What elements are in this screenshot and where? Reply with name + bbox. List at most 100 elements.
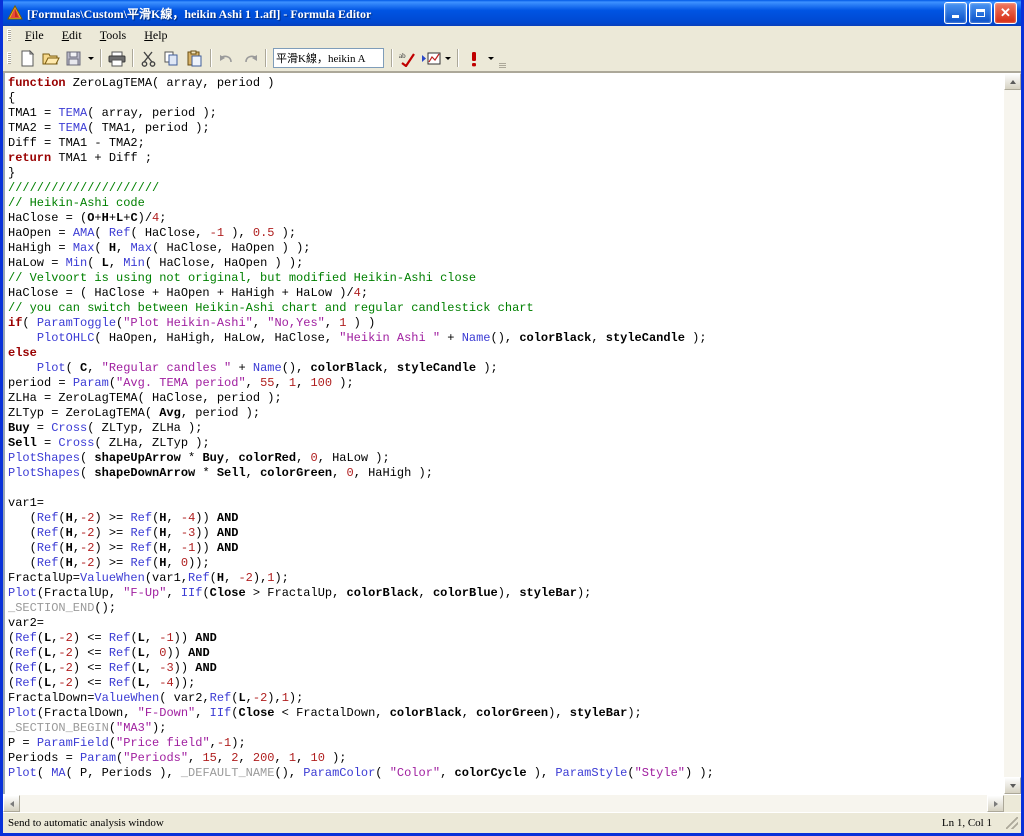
errors-dropdown[interactable] bbox=[485, 47, 496, 69]
overflow-bar bbox=[499, 67, 506, 68]
code-token: ZeroLagTEMA( array, period ) bbox=[65, 76, 275, 90]
code-token: + bbox=[440, 331, 462, 345]
code-token: "Avg. TEMA period" bbox=[116, 376, 246, 390]
code-token: , bbox=[209, 736, 217, 750]
maximize-icon bbox=[976, 9, 985, 17]
code-token: _SECTION_BEGIN bbox=[8, 721, 109, 735]
open-button[interactable] bbox=[39, 47, 62, 69]
apply-button[interactable] bbox=[419, 47, 442, 69]
paste-button[interactable] bbox=[183, 47, 206, 69]
code-token: AND bbox=[216, 541, 239, 555]
code-token: , bbox=[296, 451, 311, 465]
code-token: , bbox=[274, 376, 289, 390]
code-token: colorGreen bbox=[260, 466, 333, 480]
apply-dropdown[interactable] bbox=[442, 47, 453, 69]
code-token: = bbox=[36, 436, 59, 450]
toolbar-separator-5 bbox=[391, 49, 392, 67]
code-token: ( bbox=[108, 736, 117, 750]
copy-button[interactable] bbox=[160, 47, 183, 69]
code-token: 0.5 bbox=[252, 226, 275, 240]
save-button[interactable] bbox=[62, 47, 85, 69]
code-token: ), bbox=[267, 691, 282, 705]
print-button[interactable] bbox=[105, 47, 128, 69]
cut-icon bbox=[141, 51, 156, 67]
code-token: , bbox=[144, 631, 160, 645]
scroll-down-button[interactable] bbox=[1004, 777, 1021, 794]
save-icon bbox=[66, 51, 81, 65]
code-token: TMA2 = bbox=[8, 121, 59, 135]
code-token: Min bbox=[123, 256, 145, 270]
code-token: ///////////////////// bbox=[8, 181, 160, 195]
menu-file[interactable]: File bbox=[16, 27, 53, 44]
chevron-down-icon bbox=[487, 56, 494, 60]
code-token: ( HaClose, HaOpen ) ); bbox=[152, 241, 311, 255]
code-token: -2 bbox=[80, 556, 95, 570]
code-token: ); bbox=[324, 751, 347, 765]
code-token: 0 bbox=[180, 556, 189, 570]
code-token: , bbox=[72, 526, 81, 540]
menu-drag-grip[interactable] bbox=[7, 29, 11, 41]
code-token: , bbox=[144, 646, 160, 660]
scroll-left-button[interactable] bbox=[3, 795, 20, 812]
code-token: shapeUpArrow bbox=[94, 451, 181, 465]
horizontal-scroll-track[interactable] bbox=[20, 795, 987, 812]
code-token: , bbox=[87, 361, 102, 375]
code-token: , bbox=[72, 556, 81, 570]
code-token: ( bbox=[36, 661, 45, 675]
new-button[interactable] bbox=[16, 47, 39, 69]
code-token: Max bbox=[72, 241, 95, 255]
code-token: ParamToggle bbox=[36, 316, 117, 330]
code-token: colorGreen bbox=[476, 706, 549, 720]
errors-button[interactable] bbox=[462, 47, 485, 69]
code-token: period = bbox=[8, 376, 73, 390]
scroll-right-button[interactable] bbox=[987, 795, 1004, 812]
code-token: , bbox=[224, 571, 239, 585]
menu-bar: File Edit Tools Help bbox=[3, 26, 1021, 45]
resize-grip[interactable] bbox=[1006, 817, 1018, 829]
code-token: PlotShapes bbox=[8, 451, 81, 465]
minimize-button[interactable] bbox=[944, 2, 967, 24]
code-token: -4 bbox=[180, 511, 196, 525]
code-token: , bbox=[245, 376, 261, 390]
code-token: function bbox=[8, 76, 66, 90]
maximize-button[interactable] bbox=[969, 2, 992, 24]
code-token: , bbox=[238, 751, 253, 765]
vertical-scrollbar[interactable] bbox=[1003, 73, 1021, 794]
redo-button[interactable] bbox=[238, 47, 261, 69]
chevron-down-icon bbox=[87, 56, 94, 60]
redo-icon bbox=[244, 54, 257, 62]
code-token: Plot bbox=[8, 706, 37, 720]
menu-edit[interactable]: Edit bbox=[53, 27, 91, 44]
undo-button[interactable] bbox=[215, 47, 238, 69]
close-button[interactable]: ✕ bbox=[994, 2, 1017, 24]
toolbar-overflow-button[interactable] bbox=[498, 47, 507, 69]
save-dropdown[interactable] bbox=[85, 47, 96, 69]
menu-help[interactable]: Help bbox=[135, 27, 176, 44]
code-token: , bbox=[382, 361, 397, 375]
spellcheck-button[interactable]: ab bbox=[396, 47, 419, 69]
code-token: ), bbox=[224, 226, 253, 240]
code-token: C bbox=[130, 211, 138, 225]
vertical-scroll-track[interactable] bbox=[1004, 90, 1021, 777]
code-token: Ref bbox=[209, 691, 232, 705]
code-token: ( bbox=[627, 766, 635, 780]
code-token: -2 bbox=[252, 691, 268, 705]
status-message: Send to automatic analysis window bbox=[8, 817, 164, 829]
cut-button[interactable] bbox=[137, 47, 160, 69]
code-token: ); bbox=[476, 361, 498, 375]
menu-tools[interactable]: Tools bbox=[91, 27, 136, 44]
code-token: , bbox=[440, 766, 455, 780]
code-token: , HaLow ); bbox=[317, 451, 390, 465]
code-token: ( bbox=[80, 466, 95, 480]
new-icon bbox=[21, 49, 35, 66]
code-token: H bbox=[216, 571, 225, 585]
horizontal-scrollbar[interactable] bbox=[3, 794, 1021, 812]
formula-name-combo[interactable]: 平滑K線，heikin A bbox=[273, 48, 384, 68]
code-token: Max bbox=[130, 241, 153, 255]
code-token: , bbox=[224, 451, 239, 465]
scroll-up-button[interactable] bbox=[1004, 73, 1021, 90]
code-token: "Regular candles " bbox=[101, 361, 232, 375]
code-editor[interactable]: function ZeroLagTEMA( array, period ) { … bbox=[3, 73, 1003, 794]
code-token: (), bbox=[274, 766, 304, 780]
toolbar-drag-grip[interactable] bbox=[7, 52, 11, 64]
